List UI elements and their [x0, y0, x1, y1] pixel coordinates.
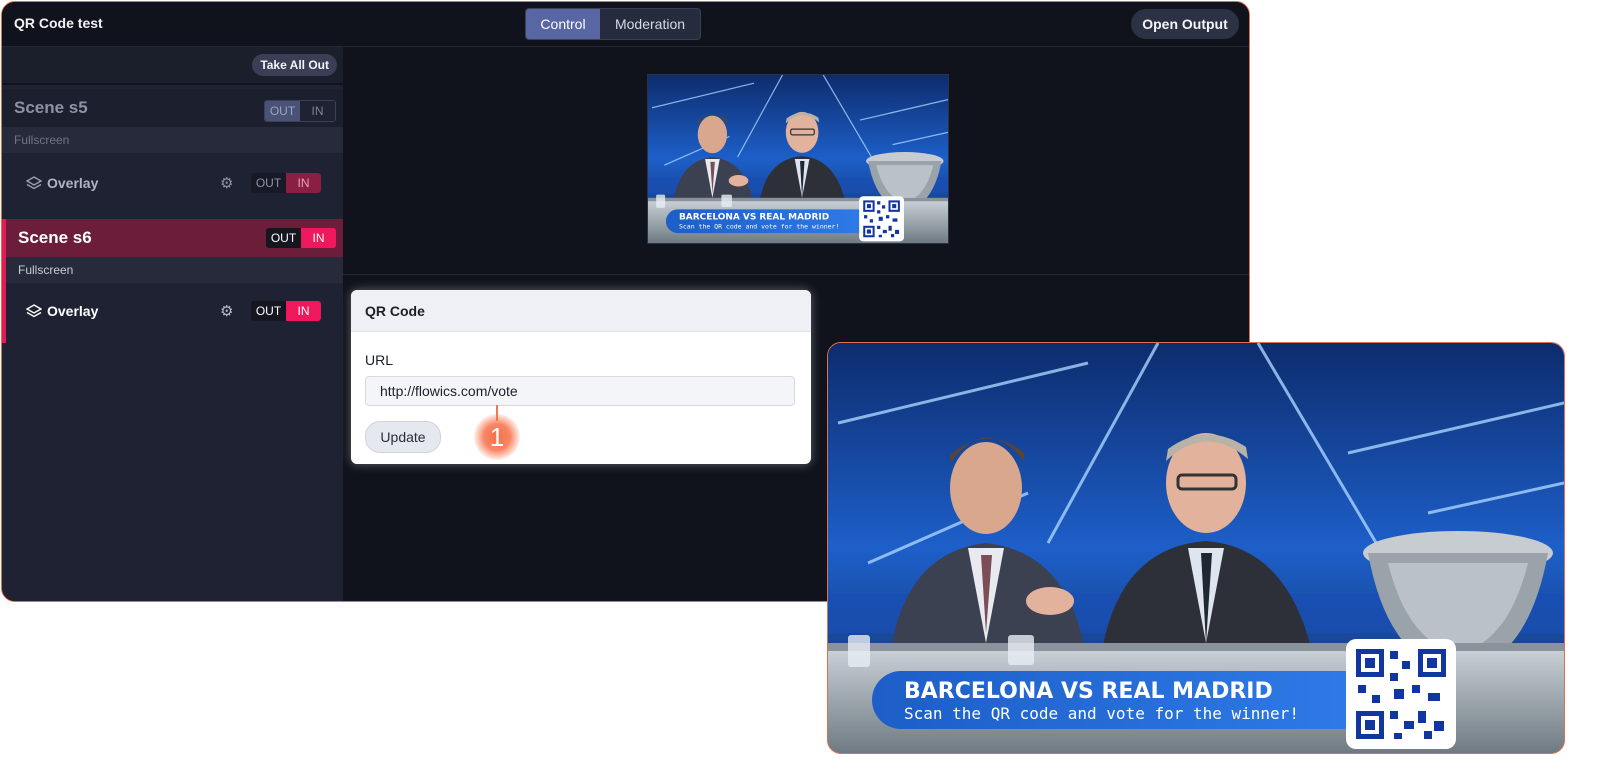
preview-headline: BARCELONA VS REAL MADRID: [679, 213, 829, 223]
scene-subtitle: Fullscreen: [14, 133, 70, 147]
panel-title: QR Code: [365, 303, 425, 319]
take-all-out-button[interactable]: Take All Out: [252, 54, 337, 76]
scene-out-in-toggle: OUT IN: [266, 228, 336, 248]
view-tabs: Control Moderation: [525, 8, 701, 40]
scene-header[interactable]: Scene s6 OUT IN: [6, 219, 343, 257]
open-output-button[interactable]: Open Output: [1131, 9, 1239, 39]
output-subline: Scan the QR code and vote for the winner…: [904, 704, 1299, 723]
update-button[interactable]: Update: [365, 421, 441, 453]
app-title: QR Code test: [14, 15, 103, 31]
url-input[interactable]: [365, 376, 795, 406]
layer-row[interactable]: Overlay ⚙ OUT IN: [6, 291, 347, 331]
scene-in-button[interactable]: IN: [301, 228, 336, 248]
layers-icon: [26, 176, 42, 190]
layer-out-in-toggle: OUT IN: [251, 301, 321, 321]
scene-out-button[interactable]: OUT: [265, 101, 300, 121]
output-window: BARCELONA VS REAL MADRID Scan the QR cod…: [827, 342, 1565, 754]
annotation-marker: 1: [474, 414, 520, 460]
scene-subtitle-bar: Fullscreen: [2, 127, 343, 153]
top-bar: QR Code test Control Moderation Open Out…: [2, 2, 1249, 47]
scene-in-button[interactable]: IN: [300, 101, 335, 121]
qr-code-panel: QR Code URL Update: [351, 290, 811, 464]
sidebar-toolbar: Take All Out: [2, 47, 343, 85]
scene-s6[interactable]: Scene s6 OUT IN Fullscreen Overlay ⚙ OUT: [2, 219, 347, 343]
broadcast-output-image: BARCELONA VS REAL MADRID Scan the QR cod…: [828, 343, 1564, 753]
scene-title: Scene s6: [18, 228, 92, 247]
layer-label: Overlay: [47, 303, 99, 319]
layer-label: Overlay: [47, 175, 99, 191]
preview-subline: Scan the QR code and vote for the winner…: [679, 223, 839, 231]
scene-s5[interactable]: Scene s5 OUT IN Fullscreen Overlay ⚙ OUT: [2, 89, 343, 215]
layer-out-in-toggle: OUT IN: [251, 173, 321, 193]
layer-out-button[interactable]: OUT: [251, 301, 286, 321]
preview-area: BARCELONA VS REAL MADRID Scan the QR cod…: [343, 47, 1249, 275]
layer-in-button[interactable]: IN: [286, 301, 321, 321]
scene-header[interactable]: Scene s5 OUT IN: [2, 89, 343, 127]
scene-subtitle-bar: Fullscreen: [6, 257, 343, 283]
url-label: URL: [365, 352, 394, 368]
layer-out-button[interactable]: OUT: [251, 173, 286, 193]
scene-title: Scene s5: [14, 98, 88, 117]
output-preview-thumbnail: BARCELONA VS REAL MADRID Scan the QR cod…: [647, 74, 949, 244]
panel-header: QR Code: [351, 290, 811, 332]
layer-in-button[interactable]: IN: [286, 173, 321, 193]
scenes-sidebar: Take All Out Scene s5 OUT IN Fullscreen …: [2, 47, 343, 601]
tab-control[interactable]: Control: [526, 9, 600, 39]
layers-icon: [26, 304, 42, 318]
output-headline: BARCELONA VS REAL MADRID: [904, 679, 1273, 704]
tab-moderation[interactable]: Moderation: [600, 9, 700, 39]
broadcast-preview-image: BARCELONA VS REAL MADRID Scan the QR cod…: [648, 75, 948, 243]
gear-icon[interactable]: ⚙: [220, 174, 233, 192]
scene-out-button[interactable]: OUT: [266, 228, 301, 248]
scene-subtitle: Fullscreen: [18, 263, 74, 277]
gear-icon[interactable]: ⚙: [220, 302, 233, 320]
scene-out-in-toggle: OUT IN: [264, 100, 336, 122]
layer-row[interactable]: Overlay ⚙ OUT IN: [2, 163, 343, 203]
